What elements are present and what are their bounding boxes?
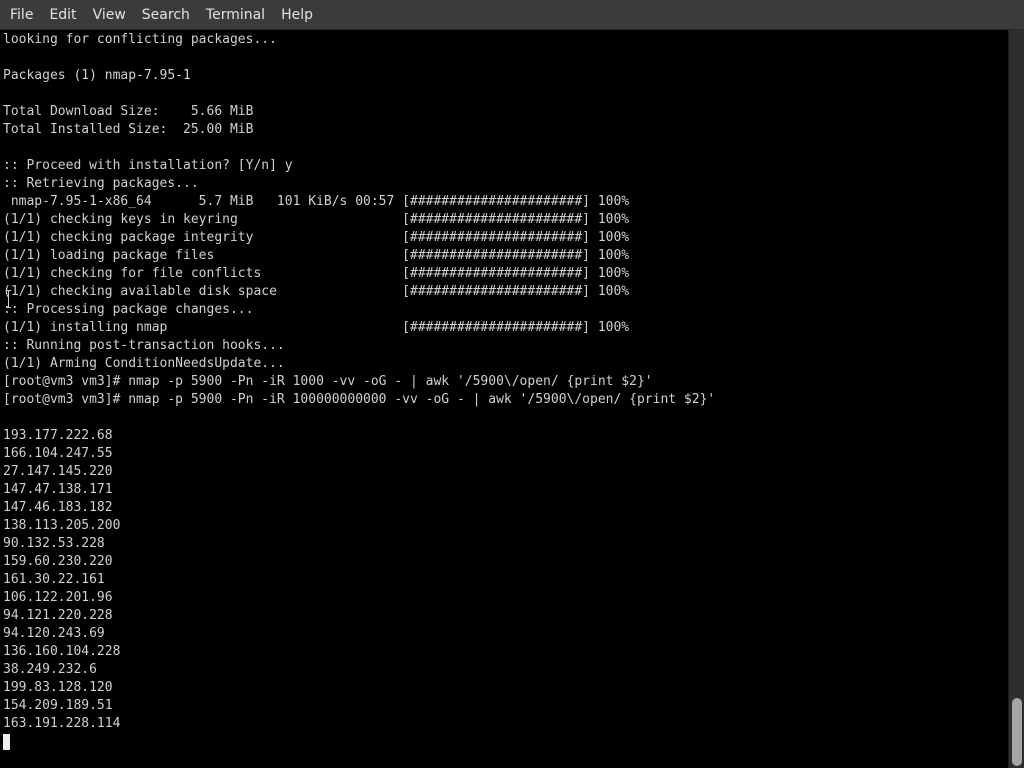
terminal-line: 193.177.222.68: [3, 428, 113, 443]
terminal-line: 106.122.201.96: [3, 590, 113, 605]
menu-bar: File Edit View Search Terminal Help: [0, 0, 1024, 30]
terminal-line: Packages (1) nmap-7.95-1: [3, 68, 191, 83]
terminal-line: 199.83.128.120: [3, 680, 113, 695]
block-cursor-icon: [3, 734, 10, 750]
terminal-line: (1/1) checking package integrity [######…: [3, 230, 630, 245]
terminal-line: :: Proceed with installation? [Y/n] y: [3, 158, 293, 173]
terminal-line: 159.60.230.220: [3, 554, 113, 569]
menu-view[interactable]: View: [85, 0, 134, 30]
terminal-line: 94.121.220.228: [3, 608, 113, 623]
terminal-text: looking for conflicting packages... Packa…: [3, 31, 715, 733]
terminal-line: [root@vm3 vm3]# nmap -p 5900 -Pn -iR 100…: [3, 374, 653, 389]
terminal-line: (1/1) Arming ConditionNeedsUpdate...: [3, 356, 285, 371]
terminal-line: [root@vm3 vm3]# nmap -p 5900 -Pn -iR 100…: [3, 392, 716, 407]
text-ibeam-pointer-icon: [6, 290, 11, 308]
terminal-line: looking for conflicting packages...: [3, 32, 277, 47]
terminal-line: 147.46.183.182: [3, 500, 113, 515]
terminal-line: :: Retrieving packages...: [3, 176, 199, 191]
terminal-line: 38.249.232.6: [3, 662, 97, 677]
scrollbar-thumb[interactable]: [1012, 698, 1022, 766]
terminal-line: nmap-7.95-1-x86_64 5.7 MiB 101 KiB/s 00:…: [3, 194, 630, 209]
terminal-line: 163.191.228.114: [3, 716, 121, 731]
terminal-line: :: Running post-transaction hooks...: [3, 338, 285, 353]
menu-edit[interactable]: Edit: [41, 0, 84, 30]
vertical-scrollbar[interactable]: [1008, 30, 1024, 768]
terminal-line: 94.120.243.69: [3, 626, 105, 641]
terminal-line: (1/1) loading package files [###########…: [3, 248, 630, 263]
terminal-line: 147.47.138.171: [3, 482, 113, 497]
terminal-line: Total Download Size: 5.66 MiB: [3, 104, 254, 119]
menu-search[interactable]: Search: [134, 0, 198, 30]
terminal-line: (1/1) installing nmap [#################…: [3, 320, 630, 335]
terminal-line: (1/1) checking keys in keyring [########…: [3, 212, 630, 227]
terminal-line: 27.147.145.220: [3, 464, 113, 479]
terminal-line: 154.209.189.51: [3, 698, 113, 713]
terminal-line: 161.30.22.161: [3, 572, 105, 587]
terminal-line: 138.113.205.200: [3, 518, 121, 533]
terminal-line: 90.132.53.228: [3, 536, 105, 551]
terminal-line: (1/1) checking for file conflicts [#####…: [3, 266, 630, 281]
menu-help[interactable]: Help: [273, 0, 321, 30]
terminal-line: (1/1) checking available disk space [###…: [3, 284, 630, 299]
terminal-line: :: Processing package changes...: [3, 302, 254, 317]
terminal-line: 166.104.247.55: [3, 446, 113, 461]
menu-terminal[interactable]: Terminal: [198, 0, 273, 30]
terminal-window: File Edit View Search Terminal Help look…: [0, 0, 1024, 768]
terminal-line: Total Installed Size: 25.00 MiB: [3, 122, 254, 137]
terminal-line: 136.160.104.228: [3, 644, 121, 659]
terminal-output-area[interactable]: looking for conflicting packages... Packa…: [0, 30, 1008, 768]
menu-file[interactable]: File: [2, 0, 41, 30]
